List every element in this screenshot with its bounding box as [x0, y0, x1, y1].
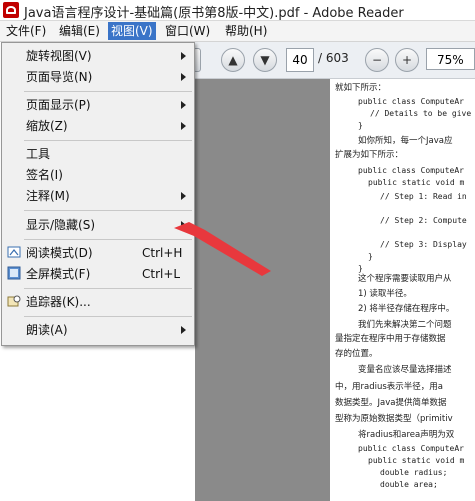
submenu-arrow-icon — [181, 221, 186, 229]
menu-bar: 文件(F) 编辑(E) 视图(V) 窗口(W) 帮助(H) — [0, 21, 475, 42]
document-text-line: // Step 1: Read in — [380, 192, 467, 201]
submenu-arrow-icon — [181, 326, 186, 334]
document-text-line: public class ComputeAr — [358, 97, 464, 106]
document-text-line: 扩展为如下所示： — [335, 150, 404, 160]
submenu-arrow-icon — [181, 122, 186, 130]
document-text-line: public class ComputeAr — [358, 444, 464, 453]
menu-item-shortcut: Ctrl+L — [142, 267, 181, 281]
menu-edit[interactable]: 编辑(E) — [56, 22, 103, 40]
tracker-icon — [7, 294, 21, 308]
menu-item-page-navigation[interactable]: 页面导览(N) — [4, 67, 192, 87]
adobe-reader-icon — [3, 2, 19, 18]
document-text-line: double radius; — [380, 468, 448, 477]
pdf-page: 就如下所示： public class ComputeAr // Details … — [330, 79, 475, 501]
menu-item-label: 注释(M) — [26, 189, 70, 203]
menu-item-show-hide[interactable]: 显示/隐藏(S) — [4, 215, 192, 235]
document-text-line: double area; — [380, 480, 438, 489]
menu-item-read-mode[interactable]: 阅读模式(D) Ctrl+H — [4, 243, 192, 263]
document-text-line: 将radius和area声明为双 — [358, 430, 455, 440]
menu-separator — [24, 210, 192, 211]
menu-item-label: 追踪器(K)... — [26, 295, 91, 309]
document-text-line: 存的位置。 — [335, 349, 378, 359]
menu-separator — [24, 91, 192, 92]
menu-item-label: 页面显示(P) — [26, 98, 91, 112]
document-text-line: 如你所知，每一个Java应 — [358, 136, 453, 146]
document-text-line: // Step 2: Compute — [380, 216, 467, 225]
zoom-input[interactable]: 75% — [426, 48, 475, 70]
document-text-line: 数据类型。Java提供简单数据 — [335, 398, 447, 408]
document-text-line: public class ComputeAr — [358, 166, 464, 175]
zoom-in-button[interactable]: + — [395, 48, 419, 72]
previous-page-button[interactable]: ▲ — [221, 48, 245, 72]
submenu-arrow-icon — [181, 192, 186, 200]
menu-item-fullscreen[interactable]: 全屏模式(F) Ctrl+L — [4, 264, 192, 284]
submenu-arrow-icon — [181, 73, 186, 81]
menu-item-label: 阅读模式(D) — [26, 246, 93, 260]
fullscreen-icon — [7, 266, 21, 280]
page-total: / 603 — [318, 51, 349, 65]
menu-item-sign[interactable]: 签名(I) — [4, 165, 192, 185]
menu-window[interactable]: 窗口(W) — [162, 22, 213, 40]
menu-item-label: 签名(I) — [26, 168, 63, 182]
document-text-line: // Step 3: Display — [380, 240, 467, 249]
menu-item-zoom[interactable]: 缩放(Z) — [4, 116, 192, 136]
menu-item-page-display[interactable]: 页面显示(P) — [4, 95, 192, 115]
menu-item-shortcut: Ctrl+H — [142, 246, 183, 260]
document-text-line: 1) 读取半径。 — [358, 289, 412, 299]
document-text-line: public static void m — [368, 456, 465, 465]
menu-separator — [24, 316, 192, 317]
document-text-line: 这个程序需要读取用户从 — [358, 274, 452, 284]
menu-item-label: 页面导览(N) — [26, 70, 93, 84]
page-number-input[interactable]: 40 — [286, 48, 314, 72]
menu-separator — [24, 288, 192, 289]
document-text-line: 我们先来解决第二个问题 — [358, 320, 452, 330]
document-text-line: // Details to be give — [370, 109, 472, 118]
title-bar: Java语言程序设计-基础篇(原书第8版-中文).pdf - Adobe Rea… — [0, 0, 475, 21]
document-text-line: 变量名应该尽量选择描述 — [358, 365, 452, 375]
submenu-arrow-icon — [181, 52, 186, 60]
menu-separator — [24, 140, 192, 141]
document-text-line: } — [368, 252, 373, 261]
menu-item-label: 工具 — [26, 147, 51, 161]
document-text-line: 型称为原始数据类型（primitiv — [335, 414, 453, 424]
document-text-line: 量指定在程序中用于存储数据 — [335, 334, 446, 344]
document-text-line: 中，用radius表示半径，用a — [335, 382, 443, 392]
menu-item-tracker[interactable]: 追踪器(K)... — [4, 292, 192, 312]
menu-separator — [24, 239, 192, 240]
submenu-arrow-icon — [181, 101, 186, 109]
view-menu-dropdown: 旋转视图(V) 页面导览(N) 页面显示(P) 缩放(Z) 工具 签名(I) 注… — [1, 42, 195, 346]
menu-view[interactable]: 视图(V) — [108, 22, 156, 40]
menu-item-read-aloud[interactable]: 朗读(A) — [4, 320, 192, 340]
document-text-line: public static void m — [368, 178, 465, 187]
window-title: Java语言程序设计-基础篇(原书第8版-中文).pdf - Adobe Rea… — [24, 6, 404, 21]
menu-item-tools[interactable]: 工具 — [4, 144, 192, 164]
next-page-button[interactable]: ▼ — [253, 48, 277, 72]
menu-item-label: 显示/隐藏(S) — [26, 218, 96, 232]
menu-item-label: 缩放(Z) — [26, 119, 68, 133]
menu-help[interactable]: 帮助(H) — [222, 22, 270, 40]
menu-item-label: 朗读(A) — [26, 323, 68, 337]
menu-file[interactable]: 文件(F) — [3, 22, 49, 40]
document-text-line: 就如下所示： — [335, 83, 387, 93]
read-mode-icon — [7, 245, 21, 259]
document-text-line: 2) 将半径存储在程序中。 — [358, 304, 455, 314]
menu-item-label: 全屏模式(F) — [26, 267, 91, 281]
zoom-out-button[interactable]: − — [365, 48, 389, 72]
menu-item-rotate-view[interactable]: 旋转视图(V) — [4, 46, 192, 66]
document-text-line: } — [358, 121, 363, 130]
menu-item-comment[interactable]: 注释(M) — [4, 186, 192, 206]
menu-item-label: 旋转视图(V) — [26, 49, 92, 63]
